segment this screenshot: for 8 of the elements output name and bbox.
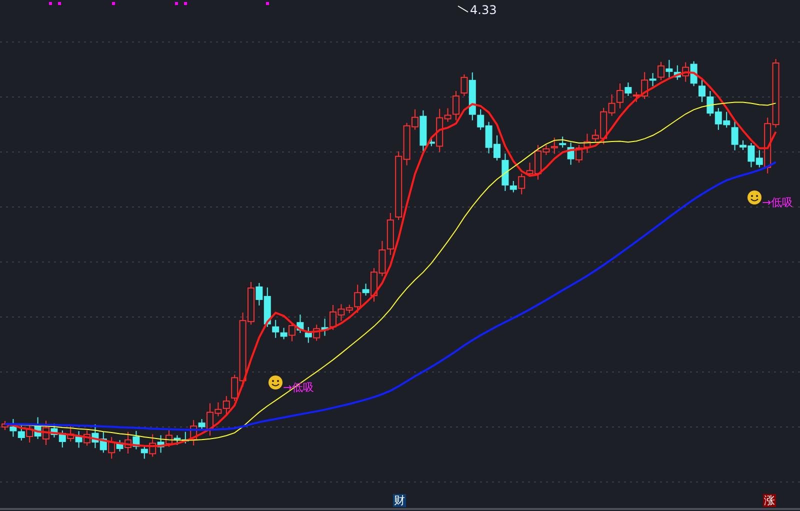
event-marker: 财 [393, 494, 406, 507]
leader-line [458, 6, 468, 12]
smiley-icon [747, 190, 762, 204]
event-marker: 涨 [763, 494, 776, 507]
price-label: 4.33 [470, 3, 497, 17]
signal-label: →低吸 [283, 381, 314, 395]
smiley-icon [268, 374, 283, 390]
signal-label: →低吸 [762, 196, 794, 210]
